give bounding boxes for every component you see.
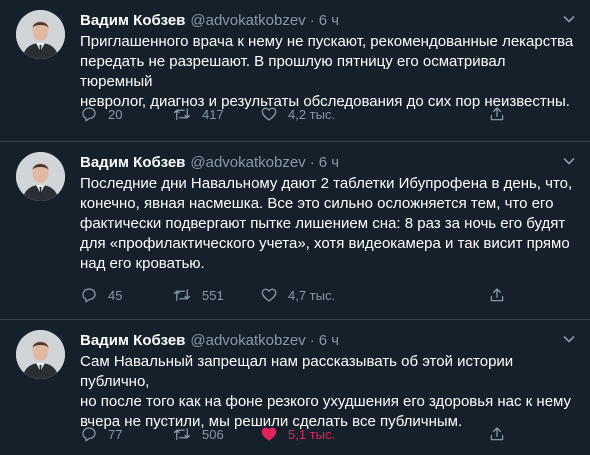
tweet-time[interactable]: 6 ч <box>319 332 339 349</box>
tweet-time[interactable]: 6 ч <box>319 154 339 171</box>
tweet-actions: 45 551 4,7 тыс. <box>80 285 520 305</box>
author-handle[interactable]: @advokatkobzev <box>190 154 305 171</box>
timeline: Вадим Кобзев @advokatkobzev · 6 ч Пригла… <box>0 0 590 455</box>
retweet-icon <box>173 428 191 440</box>
author-name[interactable]: Вадим Кобзев <box>80 332 185 349</box>
share-icon <box>490 427 504 441</box>
author-handle[interactable]: @advokatkobzev <box>190 332 305 349</box>
reply-button[interactable]: 77 <box>80 424 122 444</box>
separator-dot: · <box>309 153 315 171</box>
share-icon <box>490 288 504 302</box>
retweet-button[interactable]: 551 <box>172 285 224 305</box>
tweet-header: Вадим Кобзев @advokatkobzev · 6 ч <box>80 152 578 172</box>
retweet-icon <box>173 289 191 301</box>
reply-icon <box>82 288 96 303</box>
tweet-content: Вадим Кобзев @advokatkobzev · 6 ч Сам На… <box>80 330 578 432</box>
tweet[interactable]: Вадим Кобзев @advokatkobzev · 6 ч Пригла… <box>0 0 590 142</box>
share-button[interactable] <box>488 104 506 124</box>
heart-filled-icon <box>261 427 277 441</box>
avatar[interactable] <box>16 10 65 59</box>
like-button[interactable]: 5,1 тыс. <box>260 424 335 444</box>
chevron-down-icon[interactable] <box>560 330 578 348</box>
like-count: 4,2 тыс. <box>288 106 336 122</box>
retweet-icon <box>173 108 191 120</box>
author-name[interactable]: Вадим Кобзев <box>80 12 185 29</box>
share-icon <box>490 107 504 121</box>
reply-count: 45 <box>108 287 123 303</box>
avatar-photo <box>16 330 65 379</box>
reply-count: 77 <box>108 426 123 442</box>
share-button[interactable] <box>488 285 506 305</box>
like-count: 5,1 тыс. <box>288 426 336 442</box>
tweet-content: Вадим Кобзев @advokatkobzev · 6 ч Послед… <box>80 152 578 274</box>
author-handle[interactable]: @advokatkobzev <box>190 12 305 29</box>
like-button[interactable]: 4,2 тыс. <box>260 104 335 124</box>
tweet-header: Вадим Кобзев @advokatkobzev · 6 ч <box>80 330 578 350</box>
heart-icon <box>261 107 277 121</box>
reply-button[interactable]: 45 <box>80 285 122 305</box>
tweet-header: Вадим Кобзев @advokatkobzev · 6 ч <box>80 10 578 30</box>
chevron-down-icon[interactable] <box>560 152 578 170</box>
reply-count: 20 <box>108 106 123 122</box>
separator-dot: · <box>309 11 315 29</box>
avatar[interactable] <box>16 152 65 201</box>
tweet-time[interactable]: 6 ч <box>319 12 339 29</box>
retweet-count: 506 <box>202 426 224 442</box>
retweet-count: 551 <box>202 287 224 303</box>
tweet[interactable]: Вадим Кобзев @advokatkobzev · 6 ч Сам На… <box>0 320 590 455</box>
reply-icon <box>82 107 96 122</box>
tweet-text: Приглашенного врача к нему не пускают, р… <box>80 33 574 110</box>
tweet-actions: 77 506 5,1 тыс. <box>80 424 520 444</box>
tweet-actions: 20 417 4,2 тыс. <box>80 104 520 124</box>
tweet-content: Вадим Кобзев @advokatkobzev · 6 ч Пригла… <box>80 10 578 112</box>
separator-dot: · <box>309 331 315 349</box>
retweet-button[interactable]: 506 <box>172 424 224 444</box>
avatar[interactable] <box>16 330 65 379</box>
like-count: 4,7 тыс. <box>288 287 336 303</box>
reply-icon <box>82 427 96 442</box>
share-button[interactable] <box>488 424 506 444</box>
chevron-down-icon[interactable] <box>560 10 578 28</box>
reply-button[interactable]: 20 <box>80 104 122 124</box>
avatar-photo <box>16 152 65 201</box>
tweet-text: Сам Навальный запрещал нам рассказывать … <box>80 353 572 430</box>
retweet-count: 417 <box>202 106 224 122</box>
tweet-text: Последние дни Навальному дают 2 таблетки… <box>80 175 573 272</box>
author-name[interactable]: Вадим Кобзев <box>80 154 185 171</box>
retweet-button[interactable]: 417 <box>172 104 224 124</box>
tweet[interactable]: Вадим Кобзев @advokatkobzev · 6 ч Послед… <box>0 142 590 320</box>
like-button[interactable]: 4,7 тыс. <box>260 285 335 305</box>
avatar-photo <box>16 10 65 59</box>
heart-icon <box>261 288 277 302</box>
